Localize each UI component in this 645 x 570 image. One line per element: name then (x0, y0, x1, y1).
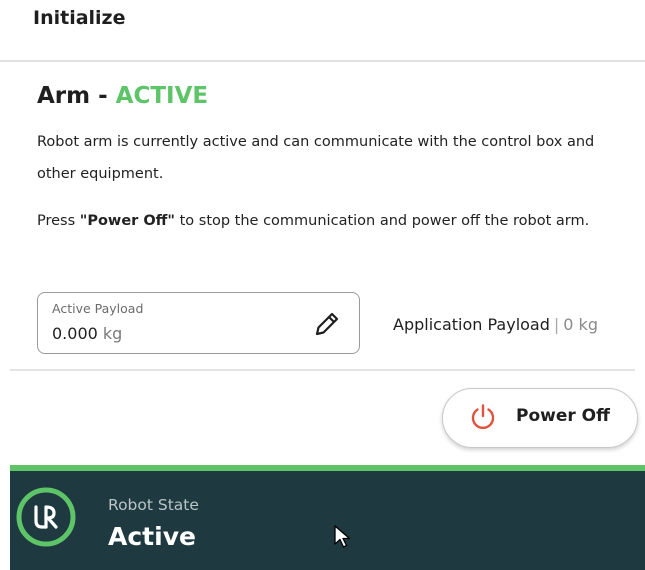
section-divider (10, 369, 635, 371)
robot-state-bar: Robot State Active (10, 465, 645, 570)
instruction-suffix: to stop the communication and power off … (174, 213, 590, 229)
state-accent-line (10, 465, 645, 471)
active-payload-unit: kg (102, 324, 123, 343)
mouse-cursor-icon (334, 525, 351, 548)
power-icon (471, 404, 495, 430)
active-payload-value: 0.000 kg (52, 324, 122, 343)
power-off-button[interactable]: Power Off (442, 388, 638, 448)
pencil-icon[interactable] (310, 307, 344, 341)
header-bar: Initialize (0, 0, 645, 62)
application-payload-label: Application Payload (393, 315, 550, 334)
ur-logo-icon (16, 487, 76, 547)
application-payload-value: 0 kg (563, 315, 598, 334)
arm-status-title: Arm - ACTIVE (37, 83, 208, 109)
arm-description: Robot arm is currently active and can co… (37, 134, 595, 182)
payload-separator: | (553, 315, 560, 334)
instruction-prefix: Press (37, 213, 80, 229)
robot-state-label: Robot State (108, 496, 199, 514)
robot-state-value: Active (108, 522, 196, 551)
application-payload: Application Payload | 0 kg (393, 315, 598, 334)
arm-instruction: Press "Power Off" to stop the communicat… (37, 205, 632, 237)
instruction-action: "Power Off" (79, 213, 175, 229)
arm-title-prefix: Arm - (37, 83, 116, 109)
page-title: Initialize (33, 7, 126, 29)
power-off-label: Power Off (516, 406, 610, 426)
active-payload-label: Active Payload (52, 301, 144, 316)
arm-status-badge: ACTIVE (115, 83, 209, 109)
active-payload-field[interactable]: Active Payload 0.000 kg (37, 292, 360, 354)
active-payload-number: 0.000 (52, 324, 98, 343)
